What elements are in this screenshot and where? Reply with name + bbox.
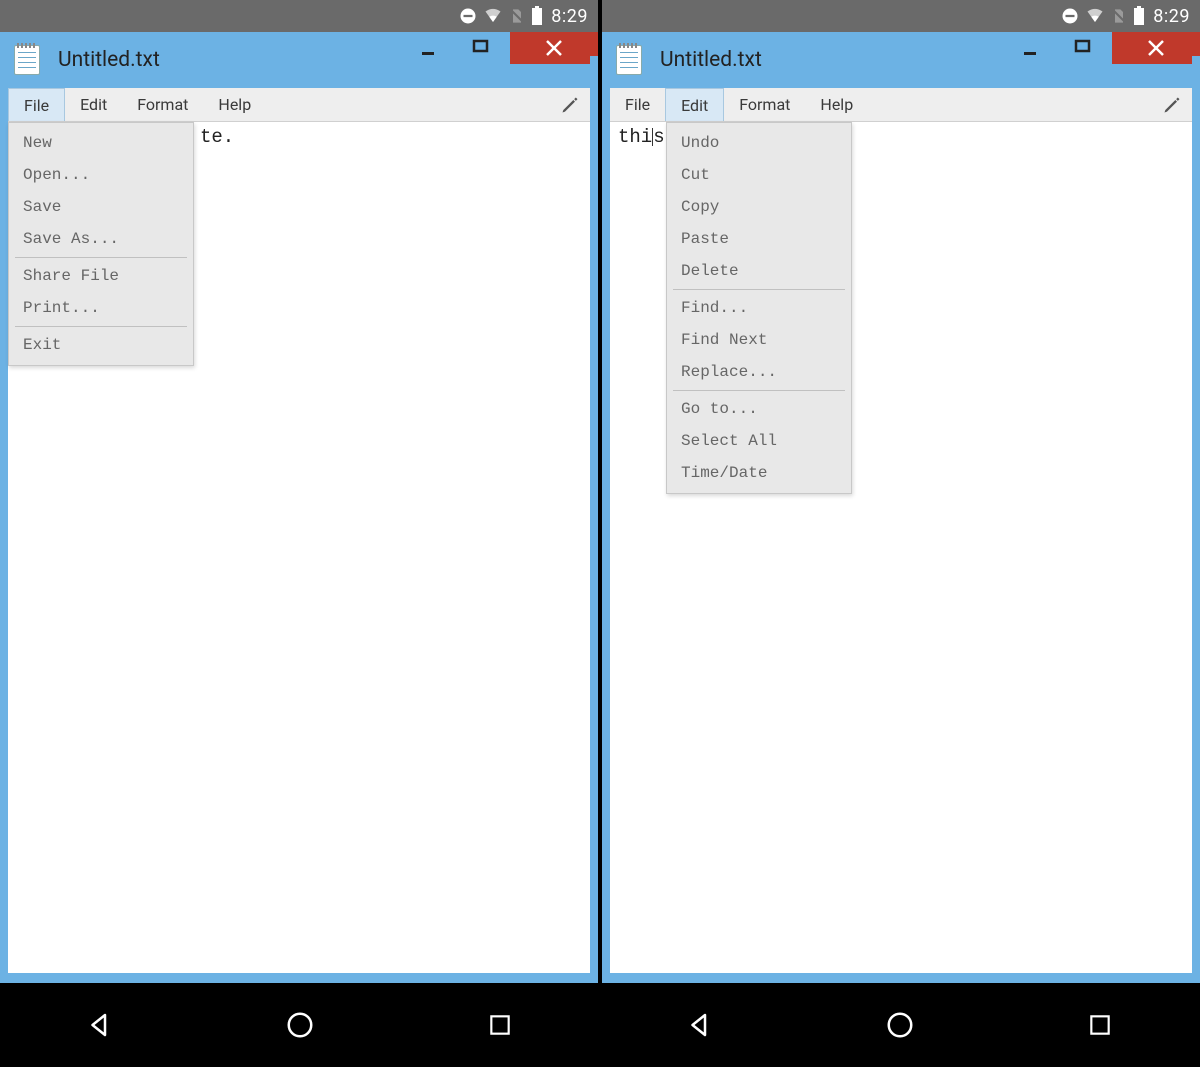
wifi-icon xyxy=(483,7,503,25)
close-button[interactable] xyxy=(510,32,598,64)
menu-file[interactable]: File xyxy=(8,88,65,121)
window-controls xyxy=(1006,32,1200,88)
notepad-icon xyxy=(616,45,642,75)
text-editor[interactable]: te. New Open... Save Save As... Share Fi… xyxy=(8,122,590,973)
no-sim-icon xyxy=(1111,7,1127,25)
home-button[interactable] xyxy=(275,1000,325,1050)
left-pane: 8:29 Untitled.txt File Edit xyxy=(0,0,598,983)
home-button[interactable] xyxy=(875,1000,925,1050)
window-title: Untitled.txt xyxy=(660,48,762,72)
wifi-icon xyxy=(1085,7,1105,25)
menu-item-new[interactable]: New xyxy=(9,127,193,159)
back-button[interactable] xyxy=(675,1000,725,1050)
menu-item-select-all[interactable]: Select All xyxy=(667,425,851,457)
menu-item-copy[interactable]: Copy xyxy=(667,191,851,223)
status-time: 8:29 xyxy=(1153,6,1190,27)
maximize-button[interactable] xyxy=(1054,32,1112,62)
split-view: 8:29 Untitled.txt File Edit xyxy=(0,0,1200,983)
notepad-icon xyxy=(14,45,40,75)
window-title: Untitled.txt xyxy=(58,48,160,72)
nav-bar xyxy=(0,983,1200,1067)
window-body: File Edit Format Help te. New Open... Sa… xyxy=(8,88,590,973)
menu-item-cut[interactable]: Cut xyxy=(667,159,851,191)
edit-dropdown: Undo Cut Copy Paste Delete Find... Find … xyxy=(666,122,852,494)
battery-icon xyxy=(531,6,543,26)
back-button[interactable] xyxy=(75,1000,125,1050)
menu-item-open[interactable]: Open... xyxy=(9,159,193,191)
menu-help[interactable]: Help xyxy=(805,88,868,121)
menu-edit[interactable]: Edit xyxy=(65,88,122,121)
menu-item-find[interactable]: Find... xyxy=(667,292,851,324)
menu-file[interactable]: File xyxy=(610,88,665,121)
menu-item-save[interactable]: Save xyxy=(9,191,193,223)
dropdown-separator xyxy=(673,390,845,391)
edit-pencil-button[interactable] xyxy=(1152,88,1192,121)
dnd-icon xyxy=(1061,7,1079,25)
menu-format[interactable]: Format xyxy=(724,88,805,121)
right-pane: 8:29 Untitled.txt File Edit xyxy=(602,0,1200,983)
window-body: File Edit Format Help this Undo Cut Copy… xyxy=(610,88,1192,973)
minimize-button[interactable] xyxy=(1006,32,1054,62)
menu-edit[interactable]: Edit xyxy=(665,88,724,121)
menu-format[interactable]: Format xyxy=(122,88,203,121)
menu-item-print[interactable]: Print... xyxy=(9,292,193,324)
dropdown-separator xyxy=(673,289,845,290)
menu-item-paste[interactable]: Paste xyxy=(667,223,851,255)
editor-content: this xyxy=(618,126,665,148)
menu-item-time-date[interactable]: Time/Date xyxy=(667,457,851,489)
file-dropdown: New Open... Save Save As... Share File P… xyxy=(8,122,194,366)
status-bar: 8:29 xyxy=(602,0,1200,32)
menu-item-replace[interactable]: Replace... xyxy=(667,356,851,388)
title-bar: Untitled.txt xyxy=(0,32,598,88)
menu-item-share-file[interactable]: Share File xyxy=(9,260,193,292)
maximize-button[interactable] xyxy=(452,32,510,62)
menu-item-undo[interactable]: Undo xyxy=(667,127,851,159)
window-controls xyxy=(404,32,598,88)
menu-item-delete[interactable]: Delete xyxy=(667,255,851,287)
recents-button[interactable] xyxy=(1075,1000,1125,1050)
menu-help[interactable]: Help xyxy=(203,88,266,121)
menu-item-goto[interactable]: Go to... xyxy=(667,393,851,425)
status-bar: 8:29 xyxy=(0,0,598,32)
menu-item-save-as[interactable]: Save As... xyxy=(9,223,193,255)
recents-button[interactable] xyxy=(475,1000,525,1050)
battery-icon xyxy=(1133,6,1145,26)
dnd-icon xyxy=(459,7,477,25)
menu-item-find-next[interactable]: Find Next xyxy=(667,324,851,356)
edit-pencil-button[interactable] xyxy=(550,88,590,121)
dropdown-separator xyxy=(15,326,187,327)
text-editor[interactable]: this Undo Cut Copy Paste Delete Find... … xyxy=(610,122,1192,973)
close-button[interactable] xyxy=(1112,32,1200,64)
menu-bar: File Edit Format Help xyxy=(610,88,1192,122)
dropdown-separator xyxy=(15,257,187,258)
no-sim-icon xyxy=(509,7,525,25)
title-bar: Untitled.txt xyxy=(602,32,1200,88)
menu-item-exit[interactable]: Exit xyxy=(9,329,193,361)
minimize-button[interactable] xyxy=(404,32,452,62)
status-time: 8:29 xyxy=(551,6,588,27)
menu-bar: File Edit Format Help xyxy=(8,88,590,122)
